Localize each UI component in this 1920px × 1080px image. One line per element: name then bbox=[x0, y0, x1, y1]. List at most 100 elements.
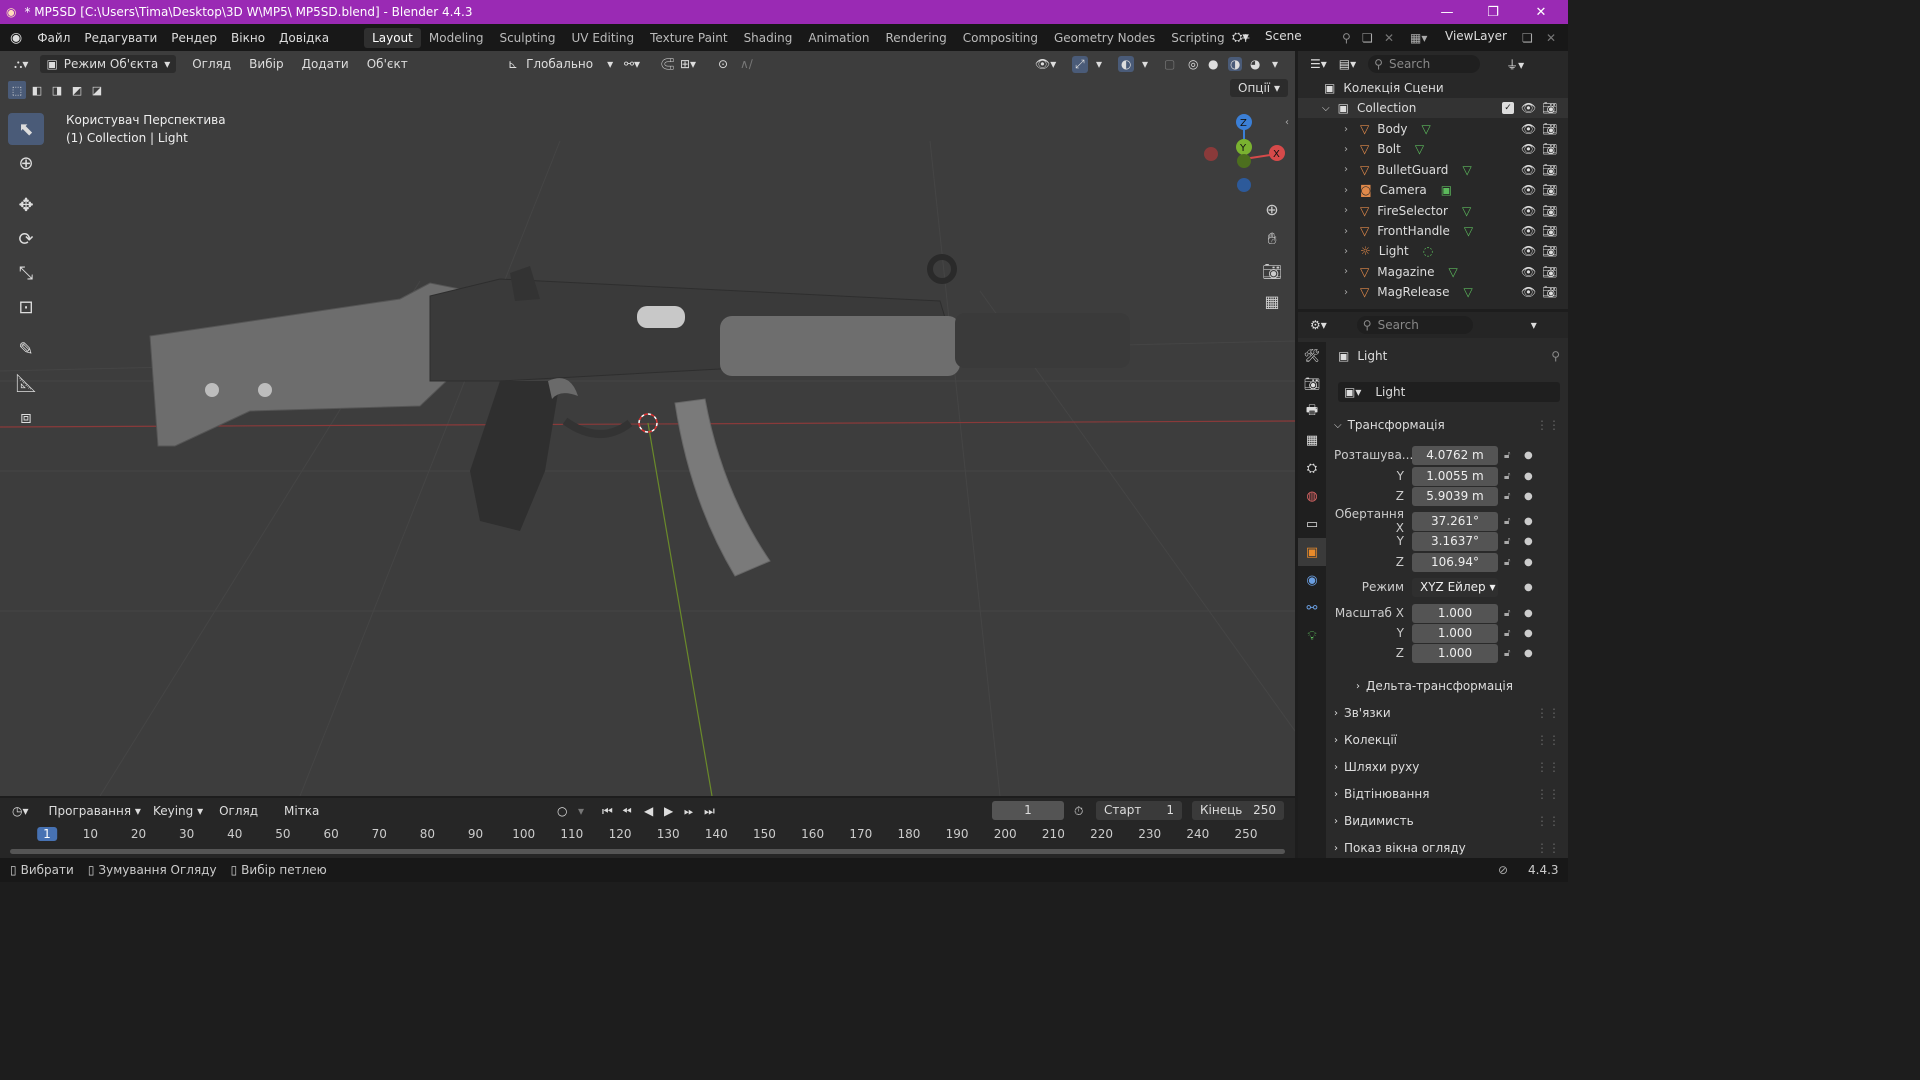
transform-panel-header[interactable]: ⌵ Трансформація ⋮⋮ bbox=[1334, 414, 1560, 436]
pin-icon[interactable]: ⚲ bbox=[1342, 31, 1351, 45]
measure-tool-icon[interactable]: 📐︎ bbox=[8, 367, 44, 399]
view-layer-tab-icon[interactable]: ▦ bbox=[1298, 426, 1326, 454]
panel-header-0[interactable]: › Зв'язки ⋮⋮ bbox=[1334, 702, 1560, 724]
lock-icon[interactable]: 🔓︎ bbox=[1504, 471, 1518, 482]
perspective-toggle-icon[interactable]: ▦ bbox=[1258, 287, 1286, 315]
keyframe-dot-icon[interactable]: ● bbox=[1524, 582, 1533, 593]
mesh-data-icon[interactable]: ▽ bbox=[1415, 142, 1424, 156]
drag-handle-icon[interactable]: ⋮⋮ bbox=[1536, 760, 1560, 774]
camera-render-icon[interactable]: 📷︎ bbox=[1542, 285, 1557, 299]
chevron-right-icon[interactable]: › bbox=[1344, 124, 1348, 135]
new-scene-icon[interactable]: ❏ bbox=[1362, 31, 1373, 45]
tab-shading[interactable]: Shading bbox=[736, 28, 801, 48]
start-frame-field[interactable]: Старт 1 bbox=[1096, 801, 1182, 820]
mesh-data-icon[interactable]: ▽ bbox=[1449, 265, 1458, 279]
scene-name-field[interactable]: Scene bbox=[1265, 29, 1302, 43]
editor-type-icon[interactable]: ⛬▾ bbox=[8, 57, 34, 72]
eye-icon[interactable]: 👁︎ bbox=[1521, 285, 1536, 299]
chevron-down-icon[interactable]: ⌵ bbox=[1322, 103, 1330, 114]
falloff-icon[interactable]: ∧∕ bbox=[740, 57, 753, 71]
select-box-subtract-icon[interactable]: ◨ bbox=[48, 81, 66, 99]
mesh-data-icon[interactable]: ▽ bbox=[1463, 285, 1472, 299]
keyframe-dot-icon[interactable]: ● bbox=[1524, 491, 1533, 502]
camera-render-icon[interactable]: 📷︎ bbox=[1542, 101, 1557, 115]
select-box-invert-icon[interactable]: ◩ bbox=[68, 81, 86, 99]
select-box-extend-icon[interactable]: ◧ bbox=[28, 81, 46, 99]
eye-icon[interactable]: 👁︎ bbox=[1521, 244, 1536, 258]
chevron-right-icon[interactable]: › bbox=[1344, 287, 1348, 298]
keyframe-dot-icon[interactable]: ● bbox=[1524, 628, 1533, 639]
transform-tool-icon[interactable]: ⊡ bbox=[8, 291, 44, 323]
play-reverse-icon[interactable]: ◀ bbox=[644, 804, 653, 818]
panel-header-1[interactable]: › Колекції ⋮⋮ bbox=[1334, 729, 1560, 751]
delta-transform-header[interactable]: › Дельта-трансформація bbox=[1356, 675, 1582, 697]
tab-compositing[interactable]: Compositing bbox=[955, 28, 1046, 48]
outliner-item-body[interactable]: › ▽ Body ▽ 👁︎ 📷︎ bbox=[1298, 119, 1568, 139]
close-button[interactable]: ✕ bbox=[1518, 0, 1564, 24]
lock-icon[interactable]: 🔓︎ bbox=[1504, 628, 1518, 639]
outliner-item-fronthandle[interactable]: › ▽ FrontHandle ▽ 👁︎ 📷︎ bbox=[1298, 221, 1568, 241]
zoom-icon[interactable]: ⊕ bbox=[1258, 195, 1286, 223]
chevron-right-icon[interactable]: › bbox=[1344, 205, 1348, 216]
drag-handle-icon[interactable]: ⋮⋮ bbox=[1536, 841, 1560, 855]
menu-timeline-view[interactable]: Огляд bbox=[213, 804, 264, 818]
rotation-z-field[interactable]: 106.94° bbox=[1412, 552, 1498, 572]
keyframe-dot-icon[interactable]: ● bbox=[1524, 516, 1533, 527]
menu-render[interactable]: Рендер bbox=[164, 31, 224, 45]
object-data-field[interactable]: ▣▾ Light bbox=[1338, 382, 1560, 402]
next-keyframe-icon[interactable]: ⏩︎ bbox=[684, 804, 694, 819]
lock-icon[interactable]: 🔓︎ bbox=[1504, 648, 1518, 659]
menu-marker[interactable]: Мітка bbox=[278, 804, 325, 818]
menu-window[interactable]: Вікно bbox=[224, 31, 272, 45]
view-layer-field[interactable]: ViewLayer bbox=[1445, 29, 1507, 43]
transform-orientation-dropdown[interactable]: ⊾ Глобально ▾ bbox=[508, 57, 613, 71]
select-tool-icon[interactable]: ⬉ bbox=[8, 113, 44, 145]
rotate-tool-icon[interactable]: ⟳ bbox=[8, 223, 44, 255]
properties-type-icon[interactable]: ⚙▾ bbox=[1310, 318, 1327, 332]
current-frame-field[interactable]: 1 bbox=[992, 801, 1064, 820]
visibility-icon[interactable]: 👁︎▾ bbox=[1035, 57, 1056, 71]
menu-select[interactable]: Вибір bbox=[243, 57, 289, 71]
select-box-new-icon[interactable]: ⬚ bbox=[8, 81, 26, 99]
chevron-down-icon[interactable]: ▾ bbox=[1531, 318, 1537, 332]
light-data-icon[interactable]: ◌ bbox=[1423, 244, 1433, 258]
eye-icon[interactable]: 👁︎ bbox=[1521, 122, 1536, 136]
outliner-item-bulletguard[interactable]: › ▽ BulletGuard ▽ 👁︎ 📷︎ bbox=[1298, 160, 1568, 180]
play-icon[interactable]: ▶ bbox=[664, 804, 673, 818]
minimize-button[interactable]: — bbox=[1424, 0, 1470, 24]
location-z-field[interactable]: 5.9039 m bbox=[1412, 486, 1498, 506]
end-frame-field[interactable]: Кінець 250 bbox=[1192, 801, 1284, 820]
physics-tab-icon[interactable]: ◉ bbox=[1298, 566, 1326, 594]
mesh-data-icon[interactable]: ▽ bbox=[1422, 122, 1431, 136]
keyframe-dot-icon[interactable]: ● bbox=[1524, 450, 1533, 461]
camera-render-icon[interactable]: 📷︎ bbox=[1542, 244, 1557, 258]
world-tab-icon[interactable]: ◍ bbox=[1298, 482, 1326, 510]
xray-icon[interactable]: ▢ bbox=[1164, 57, 1175, 71]
tab-rendering[interactable]: Rendering bbox=[878, 28, 955, 48]
scale-x-field[interactable]: 1.000 bbox=[1412, 603, 1498, 623]
outliner-item-light[interactable]: › ☼ Light ◌ 👁︎ 📷︎ bbox=[1298, 241, 1568, 261]
drag-handle-icon[interactable]: ⋮⋮ bbox=[1536, 733, 1560, 747]
collection-tab-icon[interactable]: ▭ bbox=[1298, 510, 1326, 538]
collection-row[interactable]: ⌵ ▣ Collection ✓ 👁︎ 📷︎ bbox=[1298, 98, 1568, 118]
mode-dropdown[interactable]: ▣ Режим Об'єкта ▾ bbox=[40, 55, 177, 73]
add-cube-tool-icon[interactable]: ⧈ bbox=[8, 401, 44, 433]
eye-icon[interactable]: 👁︎ bbox=[1521, 183, 1536, 197]
chevron-right-icon[interactable]: › bbox=[1344, 266, 1348, 277]
menu-add[interactable]: Додати bbox=[296, 57, 355, 71]
timeline-scrollbar[interactable] bbox=[10, 849, 1285, 854]
tab-texture-paint[interactable]: Texture Paint bbox=[642, 28, 735, 48]
object-data-tab-icon[interactable]: 💡︎ bbox=[1298, 622, 1326, 650]
camera-render-icon[interactable]: 📷︎ bbox=[1542, 183, 1557, 197]
eye-icon[interactable]: 👁︎ bbox=[1521, 204, 1536, 218]
camera-render-icon[interactable]: 📷︎ bbox=[1542, 122, 1557, 136]
gizmo-toggle-icon[interactable]: ⤢ bbox=[1072, 55, 1088, 73]
keyframe-dot-icon[interactable]: ● bbox=[1524, 471, 1533, 482]
material-shading-icon[interactable]: ◑ bbox=[1228, 57, 1243, 71]
overlay-icon[interactable]: ◐ bbox=[1118, 56, 1135, 72]
drag-handle-icon[interactable]: ⋮⋮ bbox=[1536, 418, 1560, 432]
outliner-type-icon[interactable]: ☰▾ bbox=[1310, 57, 1327, 71]
scale-z-field[interactable]: 1.000 bbox=[1412, 643, 1498, 663]
rotation-mode-dropdown[interactable]: XYZ Ейлер ▾ bbox=[1412, 577, 1498, 597]
panel-header-5[interactable]: › Показ вікна огляду ⋮⋮ bbox=[1334, 837, 1560, 859]
